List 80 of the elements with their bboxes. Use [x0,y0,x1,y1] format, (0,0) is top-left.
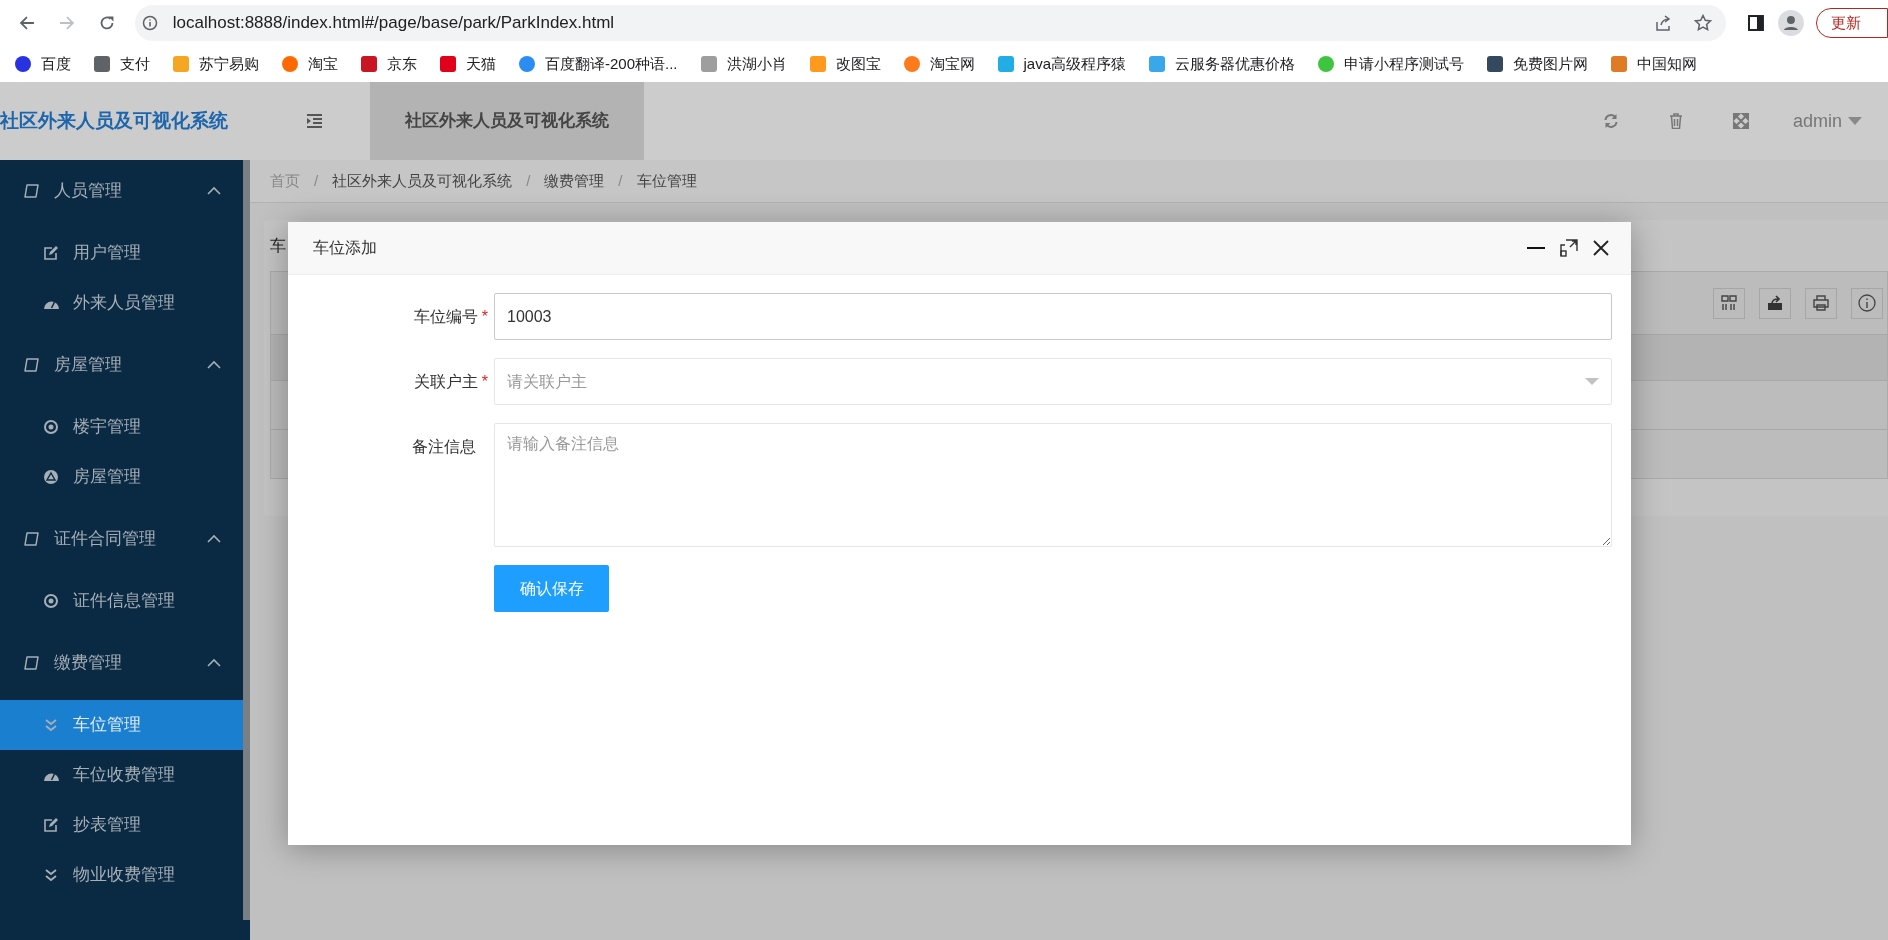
url-text[interactable]: localhost:8888/index.html#/page/base/park/ParkIndex.html [172,10,615,36]
grid-icon [1721,295,1737,311]
breadcrumb-link[interactable]: 社区外来人员及可视化系统 [332,169,513,193]
scrollbar[interactable] [243,160,250,920]
bookmark-icon[interactable] [14,55,32,73]
reload-icon[interactable] [98,15,115,31]
target-icon [43,419,59,435]
bookmark-link[interactable]: 淘宝 [308,52,338,76]
bookmark-link[interactable]: 苏宁易购 [199,52,259,76]
double-chevron-icon [43,867,59,883]
field-label: 车位编号 [413,306,478,327]
bookmark-icon[interactable] [360,55,378,73]
bookmark-link[interactable]: 洪湖小肖 [726,52,787,76]
sidebar-item[interactable]: 外来人员管理 [0,278,243,328]
menu-icon[interactable] [306,114,323,128]
sidebar-group[interactable]: 人员管理 [0,160,243,222]
header-tab[interactable]: 社区外来人员及可视化系统 [370,82,644,160]
sidebar-group[interactable]: 房屋管理 [0,334,243,396]
textarea-field[interactable]: 请输入备注信息 [494,423,1612,547]
bookmark-link[interactable]: 支付 [120,52,150,76]
text-input[interactable]: 10003 [494,293,1612,340]
bookmark-link[interactable]: java高级程序猿 [1023,52,1127,76]
bookmark-link[interactable]: 改图宝 [835,52,881,76]
field-label: 关联户主 [413,371,478,392]
edit-icon [43,245,59,261]
breadcrumb-link[interactable]: 缴费管理 [544,169,605,193]
sidebar-item[interactable]: 车位收费管理 [0,750,243,800]
bookmark-link[interactable]: 免费图片网 [1513,52,1589,76]
trash-icon[interactable] [1668,113,1683,129]
sidebar-item[interactable]: 车位管理 [0,700,243,750]
sidebar-item[interactable]: 物业收费管理 [0,850,243,900]
separator: / [618,170,623,191]
target-icon [43,593,59,609]
edit-icon [43,817,59,833]
separator: / [314,170,319,191]
bookmark-link[interactable]: 中国知网 [1637,52,1698,76]
printer-icon [1813,295,1829,311]
required-mark: * [481,371,488,392]
card-title: 车 [270,235,286,256]
separator: / [526,170,531,191]
profile-icon[interactable] [1778,10,1805,36]
sidebar-item[interactable]: 楼宇管理 [0,402,243,452]
sidebar-item[interactable]: 抄表管理 [0,800,243,850]
logo-text: 社区外来人员及可视化系统 [0,108,228,133]
breadcrumb-link[interactable]: 车位管理 [636,169,697,193]
modal-title: 车位添加 [313,238,377,258]
bookmark-link[interactable]: 申请小程序测试号 [1344,52,1465,76]
bookmark-link[interactable]: 百度翻译-200种语... [545,52,678,76]
bookmark-icon[interactable] [1486,55,1505,73]
info-button[interactable] [1851,287,1883,319]
address-bar[interactable]: localhost:8888/index.html#/page/base/park/ParkIndex.html [134,5,1727,41]
share-icon[interactable] [1654,14,1673,32]
field-label: 备注信息 [412,436,476,457]
sidebar-item[interactable]: 证件信息管理 [0,576,243,626]
bookmark-link[interactable]: 云服务器优惠价格 [1175,52,1296,76]
sidebar-group[interactable]: 缴费管理 [0,632,243,694]
required-mark: * [481,306,488,327]
sidebar-item[interactable]: 用户管理 [0,228,243,278]
bookmark-icon[interactable] [93,55,111,73]
sidebar-item[interactable]: 房屋管理 [0,452,243,502]
close-icon[interactable] [1593,240,1609,256]
bookmark-link[interactable]: 百度 [41,52,71,76]
info-icon[interactable] [141,15,158,31]
folder-upload-icon [1767,295,1783,311]
info-icon [1858,294,1876,312]
export-button[interactable] [1759,287,1791,319]
caret-icon [1585,378,1599,385]
bookmark-link[interactable]: 天猫 [466,52,496,76]
side-panel-icon[interactable] [1748,15,1765,31]
bookmark-link[interactable]: 京东 [387,52,417,76]
print-button[interactable] [1805,287,1837,319]
maximize-icon[interactable] [1560,239,1578,257]
columns-button[interactable] [1713,287,1745,319]
bookmark-icon[interactable] [439,55,457,73]
double-chevron-icon [43,717,59,733]
bookmark-link[interactable]: 淘宝网 [929,52,975,76]
star-icon[interactable] [1694,14,1713,32]
sidebar-group[interactable]: 证件合同管理 [0,508,243,570]
back-icon[interactable] [19,15,35,31]
refresh-icon[interactable] [1602,113,1619,129]
